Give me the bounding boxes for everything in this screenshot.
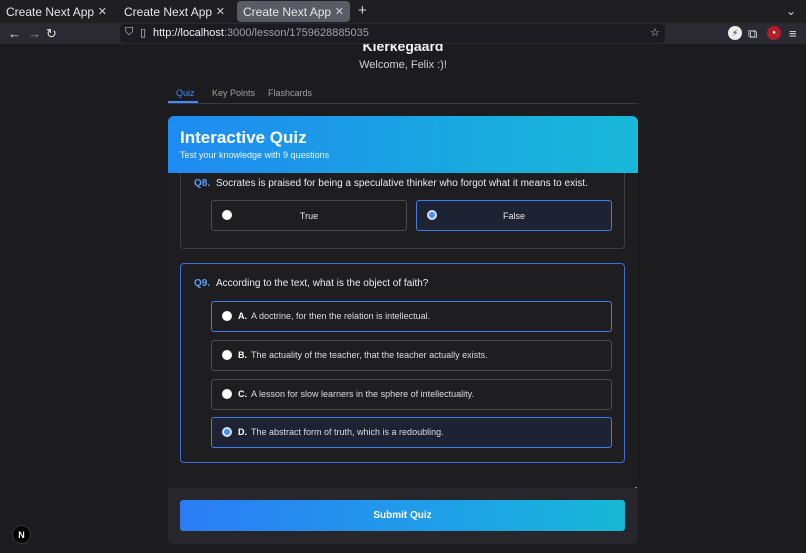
- radio-button[interactable]: [222, 350, 232, 360]
- lesson-tabs: Quiz Key Points Flashcards: [168, 82, 638, 104]
- tab-title: Create Next App: [6, 4, 95, 19]
- option-a[interactable]: A. A doctrine, for then the relation is …: [211, 301, 612, 332]
- close-icon[interactable]: ✕: [98, 5, 107, 18]
- option-text: The actuality of the teacher, that the t…: [251, 350, 488, 360]
- browser-tab-3[interactable]: Create Next App ✕: [237, 1, 350, 22]
- quiz-header: Interactive Quiz Test your knowledge wit…: [168, 116, 638, 173]
- option-letter: C.: [238, 389, 247, 399]
- quiz-title: Interactive Quiz: [180, 128, 307, 147]
- option-text: A lesson for slow learners in the sphere…: [251, 389, 474, 399]
- radio-button-selected[interactable]: [222, 427, 232, 437]
- tab-key-points[interactable]: Key Points: [212, 88, 255, 98]
- submit-quiz-button[interactable]: Submit Quiz: [180, 500, 625, 531]
- tab-title: Create Next App: [124, 4, 213, 19]
- tab-flashcards[interactable]: Flashcards: [268, 88, 312, 98]
- url-text[interactable]: http://localhost:3000/lesson/17596288850…: [153, 27, 369, 39]
- question-card-q8: Q8. Socrates is praised for being a spec…: [180, 173, 625, 249]
- quiz-footer: Submit Quiz: [168, 488, 638, 544]
- browser-tab-1[interactable]: Create Next App ✕: [0, 0, 113, 23]
- option-c[interactable]: C. A lesson for slow learners in the sph…: [211, 379, 612, 410]
- bookmark-star-icon[interactable]: ☆: [650, 26, 660, 39]
- ublock-icon[interactable]: ●: [767, 26, 781, 40]
- shield-icon[interactable]: ⛉: [125, 26, 133, 39]
- url-host: http://localhost: [153, 27, 224, 39]
- back-icon[interactable]: ←: [8, 26, 21, 41]
- new-tab-icon[interactable]: +: [358, 2, 367, 19]
- question-number: Q9.: [194, 278, 211, 289]
- chevron-down-icon[interactable]: ⌄: [786, 4, 796, 18]
- question-text: According to the text, what is the objec…: [216, 278, 429, 289]
- browser-nav-bar: ← → ↻ ⛉ ▯ http://localhost:3000/lesson/1…: [0, 23, 806, 44]
- option-text: The abstract form of truth, which is a r…: [251, 427, 444, 437]
- browser-tab-2[interactable]: Create Next App ✕: [118, 0, 231, 23]
- url-path: :3000/lesson/1759628885035: [223, 27, 369, 39]
- forward-icon[interactable]: →: [28, 26, 41, 41]
- url-bar[interactable]: ⛉ ▯ http://localhost:3000/lesson/1759628…: [120, 24, 665, 43]
- radio-button[interactable]: [222, 389, 232, 399]
- option-d[interactable]: D. The abstract form of truth, which is …: [211, 417, 612, 448]
- page-content: Kierkegaard Welcome, Felix :)! Quiz Key …: [0, 44, 806, 553]
- lesson-title: Kierkegaard: [362, 44, 444, 54]
- quiz-subtitle: Test your knowledge with 9 questions: [180, 150, 330, 160]
- reload-icon[interactable]: ↻: [46, 26, 57, 42]
- option-letter: D.: [238, 427, 247, 437]
- option-label: False: [502, 211, 525, 221]
- question-text: Socrates is praised for being a speculat…: [216, 178, 588, 189]
- tab-quiz[interactable]: Quiz: [176, 88, 195, 98]
- active-tab-indicator: [168, 101, 198, 103]
- option-false[interactable]: False: [416, 200, 612, 231]
- option-true[interactable]: True: [211, 200, 407, 231]
- page-icon: ▯: [140, 27, 147, 39]
- option-letter: A.: [238, 311, 247, 321]
- nextjs-logo-icon[interactable]: N: [12, 525, 31, 544]
- extension-icon[interactable]: ⚡: [728, 26, 742, 40]
- option-text: A doctrine, for then the relation is int…: [251, 311, 431, 321]
- welcome-message: Welcome, Felix :)!: [359, 59, 447, 71]
- question-number: Q8.: [194, 178, 211, 189]
- puzzle-icon[interactable]: ⧉: [748, 26, 757, 42]
- menu-icon[interactable]: ≡: [789, 26, 797, 41]
- close-icon[interactable]: ✕: [335, 5, 344, 18]
- questions-scroll-area[interactable]: Q8. Socrates is praised for being a spec…: [168, 173, 638, 488]
- browser-tab-bar: Create Next App ✕ Create Next App ✕ Crea…: [0, 0, 806, 23]
- question-card-q9: Q9. According to the text, what is the o…: [180, 263, 625, 463]
- tab-title: Create Next App: [243, 4, 332, 19]
- option-label: True: [299, 211, 319, 221]
- close-icon[interactable]: ✕: [216, 5, 225, 18]
- option-b[interactable]: B. The actuality of the teacher, that th…: [211, 340, 612, 371]
- radio-button[interactable]: [222, 311, 232, 321]
- option-letter: B.: [238, 350, 247, 360]
- quiz-card: Interactive Quiz Test your knowledge wit…: [168, 116, 638, 544]
